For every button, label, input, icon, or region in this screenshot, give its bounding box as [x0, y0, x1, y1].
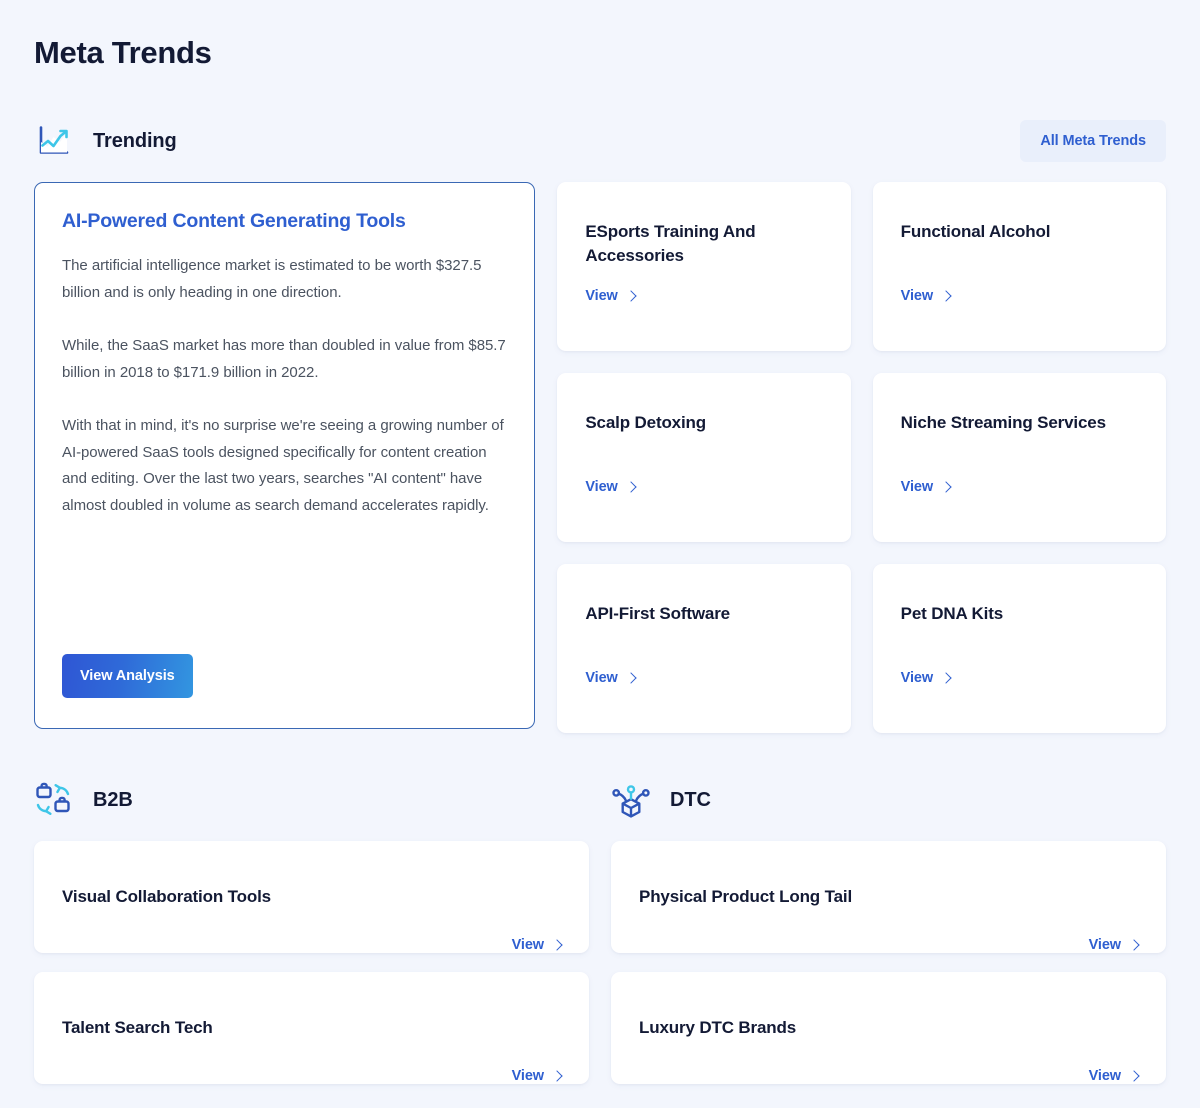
- view-link[interactable]: View: [511, 1068, 563, 1085]
- all-meta-trends-button[interactable]: All Meta Trends: [1020, 120, 1166, 163]
- view-link-label: View: [511, 937, 544, 954]
- trend-card-title: Scalp Detoxing: [585, 413, 707, 433]
- dtc-trend-title: Luxury DTC Brands: [639, 1018, 797, 1038]
- view-link-label: View: [585, 670, 618, 687]
- trending-section-header: Trending All Meta Trends: [34, 119, 1166, 163]
- view-link-label: View: [900, 479, 934, 496]
- view-link-label: View: [585, 479, 618, 496]
- dtc-column: DTC Physical Product Long Tail View Luxu…: [611, 778, 1166, 1085]
- b2b-trend-card[interactable]: Visual Collaboration Tools View: [34, 841, 589, 954]
- b2b-section-header: B2B: [34, 778, 589, 822]
- trend-card[interactable]: Functional Alcohol View: [872, 182, 1166, 352]
- package-network-icon: [611, 780, 651, 820]
- view-link[interactable]: View: [585, 479, 822, 495]
- view-link[interactable]: View: [585, 670, 822, 686]
- view-link-label: View: [585, 288, 618, 305]
- featured-paragraph-1: The artificial intelligence market is es…: [62, 257, 482, 301]
- view-link[interactable]: View: [1088, 1068, 1140, 1085]
- trend-card[interactable]: API-First Software View: [557, 564, 851, 734]
- featured-paragraph-3: With that in mind, it's no surprise we'r…: [62, 417, 504, 514]
- view-link-label: View: [1088, 937, 1121, 954]
- dtc-trend-card[interactable]: Physical Product Long Tail View: [611, 841, 1166, 954]
- chevron-right-icon: [940, 481, 952, 493]
- b2b-trend-card[interactable]: Talent Search Tech View: [34, 972, 589, 1085]
- b2b-column: B2B Visual Collaboration Tools View Tale…: [34, 778, 589, 1085]
- chevron-right-icon: [940, 290, 952, 302]
- trending-content: AI-Powered Content Generating Tools The …: [34, 182, 1166, 734]
- trend-card-title: Functional Alcohol: [900, 222, 1051, 242]
- chevron-right-icon: [1128, 1070, 1140, 1082]
- page-title: Meta Trends: [34, 35, 212, 70]
- trending-chart-icon: [34, 121, 74, 161]
- dtc-section-label: DTC: [670, 788, 711, 811]
- view-link-label: View: [511, 1068, 544, 1085]
- featured-spacer: [62, 519, 507, 654]
- category-columns: B2B Visual Collaboration Tools View Tale…: [34, 778, 1166, 1085]
- trend-card[interactable]: Pet DNA Kits View: [872, 564, 1166, 734]
- trending-section-label: Trending: [93, 129, 177, 152]
- trend-card-title: Niche Streaming Services: [900, 413, 1106, 433]
- featured-trend-title: AI-Powered Content Generating Tools: [62, 210, 406, 233]
- dtc-trend-title: Physical Product Long Tail: [639, 887, 853, 907]
- chevron-right-icon: [625, 290, 637, 302]
- trend-card[interactable]: Niche Streaming Services View: [872, 373, 1166, 543]
- featured-trend-card[interactable]: AI-Powered Content Generating Tools The …: [34, 182, 536, 730]
- trend-card-title: API-First Software: [585, 604, 730, 624]
- view-link[interactable]: View: [901, 479, 1138, 495]
- view-link-label: View: [900, 288, 934, 305]
- chevron-right-icon: [1128, 939, 1140, 951]
- view-link[interactable]: View: [901, 288, 1138, 304]
- trend-card[interactable]: Scalp Detoxing View: [557, 373, 851, 543]
- view-link[interactable]: View: [511, 937, 563, 954]
- view-link[interactable]: View: [585, 288, 822, 304]
- view-analysis-button[interactable]: View Analysis: [62, 654, 193, 699]
- dtc-section-header: DTC: [611, 778, 1166, 822]
- trend-card-grid: ESports Training And Accessories View Fu…: [557, 182, 1166, 734]
- trend-card-title: ESports Training And Accessories: [585, 222, 756, 266]
- chevron-right-icon: [940, 672, 952, 684]
- chevron-right-icon: [625, 481, 637, 493]
- view-link-label: View: [900, 670, 934, 687]
- featured-paragraph-2: While, the SaaS market has more than dou…: [62, 337, 506, 381]
- b2b-trend-title: Visual Collaboration Tools: [62, 887, 271, 907]
- view-link[interactable]: View: [1088, 937, 1140, 954]
- chevron-right-icon: [551, 939, 563, 951]
- chevron-right-icon: [625, 672, 637, 684]
- dtc-trend-card[interactable]: Luxury DTC Brands View: [611, 972, 1166, 1085]
- chevron-right-icon: [551, 1070, 563, 1082]
- view-link[interactable]: View: [901, 670, 1138, 686]
- trend-card-title: Pet DNA Kits: [900, 604, 1004, 624]
- meta-trends-page: Meta Trends Trending All Meta Trends AI-…: [0, 0, 1200, 1108]
- view-link-label: View: [1088, 1068, 1121, 1085]
- briefcase-exchange-icon: [34, 780, 74, 820]
- trend-card[interactable]: ESports Training And Accessories View: [557, 182, 851, 352]
- b2b-trend-title: Talent Search Tech: [62, 1018, 213, 1038]
- b2b-section-label: B2B: [93, 788, 133, 811]
